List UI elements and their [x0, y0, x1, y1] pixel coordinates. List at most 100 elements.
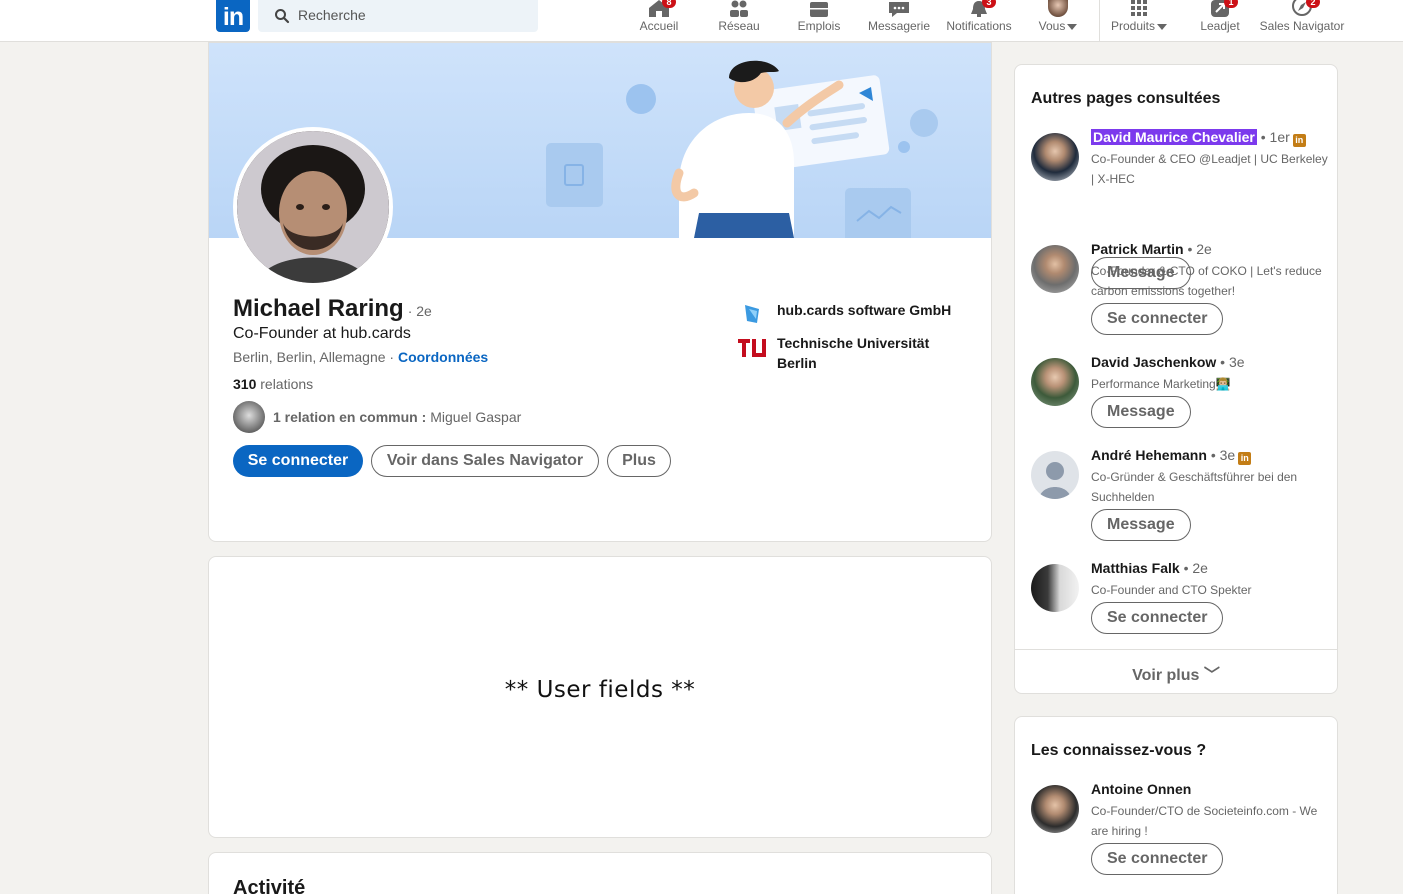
person-name-row[interactable]: André Hehemann • 3e in — [1091, 447, 1252, 465]
current-company-name: hub.cards software GmbH — [777, 302, 952, 318]
person-name-row[interactable]: David Maurice Chevalier • 1er in — [1091, 129, 1306, 147]
profile-location: Berlin, Berlin, Allemagne · — [233, 349, 395, 365]
divider — [1015, 649, 1337, 650]
nav-messaging[interactable]: Messagerie — [864, 0, 934, 42]
nav-products-label: Produits — [1110, 19, 1156, 33]
nav-leadjet-label: Leadjet — [1200, 19, 1240, 33]
nav-sales-navigator-label: Sales Navigator — [1259, 19, 1345, 33]
connect-button[interactable]: Se connecter — [1091, 843, 1224, 875]
mutual-connection-avatar — [233, 401, 265, 433]
people-you-may-know-card: Les connaissez-vous ? Antoine Onnen Co-F… — [1014, 716, 1338, 894]
person-name[interactable]: Matthias Falk — [1091, 560, 1180, 576]
nav-me-label: Vous — [1038, 19, 1066, 33]
person-avatar[interactable] — [1031, 133, 1079, 181]
person-headline: Co-Founder & CEO @Leadjet | UC Berkeley … — [1091, 152, 1328, 186]
chevron-down-icon — [1067, 23, 1078, 30]
nav-jobs[interactable]: Emplois — [788, 0, 850, 42]
search-input[interactable] — [298, 4, 528, 26]
search-box[interactable] — [258, 0, 538, 32]
person-degree: • 3e — [1220, 354, 1245, 370]
person-name-row[interactable]: Matthias Falk • 2e — [1091, 560, 1208, 576]
nav-home-label: Accueil — [639, 19, 679, 33]
nav-network[interactable]: Réseau — [708, 0, 770, 42]
nav-notifications[interactable]: 3 Notifications — [940, 0, 1018, 42]
also-viewed-title: Autres pages consultées — [1031, 90, 1221, 107]
contact-info-link[interactable]: Coordonnées — [398, 349, 488, 365]
person-name[interactable]: Antoine Onnen — [1091, 781, 1191, 797]
mutual-connections-count: 1 relation en commun : — [273, 409, 427, 425]
also-viewed-card: Autres pages consultées David Maurice Ch… — [1014, 64, 1338, 694]
education-school[interactable]: Technische Universität Berlin — [737, 333, 957, 373]
person-name[interactable]: David Maurice Chevalier — [1091, 129, 1257, 145]
profile-headline: Co-Founder at hub.cards — [233, 325, 411, 342]
linkedin-premium-icon: in — [1238, 452, 1252, 465]
education-school-name: Technische Universität Berlin — [777, 335, 930, 371]
person-avatar[interactable] — [1031, 245, 1079, 293]
nav-home[interactable]: 8 Accueil — [628, 0, 690, 42]
search-icon — [275, 9, 290, 24]
top-navigation-bar: in 8 Accueil Réseau Emplois Messagerie 3… — [0, 0, 1403, 42]
person-degree: • 2e — [1187, 241, 1212, 257]
linkedin-logo[interactable]: in — [216, 0, 250, 32]
sales-navigator-badge: 2 — [1306, 0, 1320, 8]
home-badge: 8 — [662, 0, 676, 8]
nav-me[interactable]: Vous — [1032, 0, 1084, 42]
network-icon — [730, 0, 748, 17]
mutual-connections[interactable]: 1 relation en commun : Miguel Gaspar — [233, 401, 521, 433]
relations-count: 310 — [233, 376, 257, 392]
person-degree: • 3e — [1210, 447, 1236, 463]
person-headline: Co-Founder and CTO Spekter — [1091, 583, 1252, 597]
current-company[interactable]: hub.cards software GmbH — [737, 299, 951, 329]
person-name[interactable]: Patrick Martin — [1091, 241, 1184, 257]
profile-location-row: Berlin, Berlin, Allemagne · Coordonnées — [233, 349, 488, 365]
linkedin-premium-icon: in — [1292, 134, 1306, 147]
person-avatar[interactable] — [1031, 358, 1079, 406]
default-person-icon — [1039, 462, 1071, 499]
nav-leadjet[interactable]: 1 Leadjet — [1190, 0, 1250, 42]
mutual-connection-name: Miguel Gaspar — [430, 409, 522, 425]
person-degree: • 1er — [1260, 129, 1290, 145]
connect-button[interactable]: Se connecter — [1091, 602, 1224, 634]
person-avatar[interactable] — [1031, 564, 1079, 612]
person-name-row[interactable]: Patrick Martin • 2e — [1091, 241, 1212, 257]
nav-products[interactable]: Produits — [1104, 0, 1174, 42]
connect-button[interactable]: Se connecter — [1091, 303, 1224, 335]
message-button[interactable]: Message — [1091, 509, 1191, 541]
nav-divider — [1099, 0, 1100, 42]
activity-title: Activité — [233, 877, 306, 894]
user-fields-placeholder: ** User fields ** — [504, 677, 696, 703]
people-you-may-know-title: Les connaissez-vous ? — [1031, 742, 1207, 759]
connect-button[interactable]: Se connecter — [233, 445, 363, 477]
relations-label: relations — [260, 376, 314, 392]
person-headline: Co-Founder/CTO de Societeinfo.com - We a… — [1091, 804, 1318, 838]
person-name[interactable]: André Hehemann — [1091, 447, 1207, 463]
see-more-button[interactable]: Voir plus ﹀ — [1015, 661, 1337, 685]
profile-name: Michael Raring · 2e — [233, 295, 432, 323]
briefcase-icon — [810, 2, 828, 17]
nav-messaging-label: Messagerie — [867, 19, 931, 33]
nav-network-label: Réseau — [718, 19, 760, 33]
nav-sales-navigator[interactable]: 2 Sales Navigator — [1258, 0, 1346, 42]
more-button[interactable]: Plus — [607, 445, 671, 477]
person-name-row[interactable]: David Jaschenkow • 3e — [1091, 354, 1245, 370]
grid-icon — [1131, 0, 1147, 16]
profile-degree: · 2e — [407, 303, 432, 319]
person-name[interactable]: David Jaschenkow — [1091, 354, 1216, 370]
person-avatar[interactable] — [1031, 785, 1079, 833]
profile-relations[interactable]: 310 relations — [233, 376, 313, 392]
person-avatar-placeholder[interactable] — [1031, 451, 1079, 499]
profile-avatar[interactable] — [233, 127, 393, 287]
profile-photo — [237, 131, 389, 283]
person-name-row[interactable]: Antoine Onnen — [1091, 781, 1191, 797]
view-in-sales-navigator-button[interactable]: Voir dans Sales Navigator — [371, 445, 599, 477]
nav-notifications-label: Notifications — [946, 19, 1012, 33]
nav-jobs-label: Emplois — [797, 19, 841, 33]
person-degree: • 2e — [1183, 560, 1208, 576]
message-bubble-icon — [889, 2, 909, 17]
person-headline: Performance Marketing👨🏼‍💻 — [1091, 377, 1231, 391]
activity-card: Activité — [208, 852, 992, 894]
leadjet-badge: 1 — [1224, 0, 1238, 8]
message-button[interactable]: Message — [1091, 396, 1191, 428]
profile-name-text: Michael Raring — [233, 295, 404, 322]
tu-berlin-logo — [738, 339, 766, 357]
